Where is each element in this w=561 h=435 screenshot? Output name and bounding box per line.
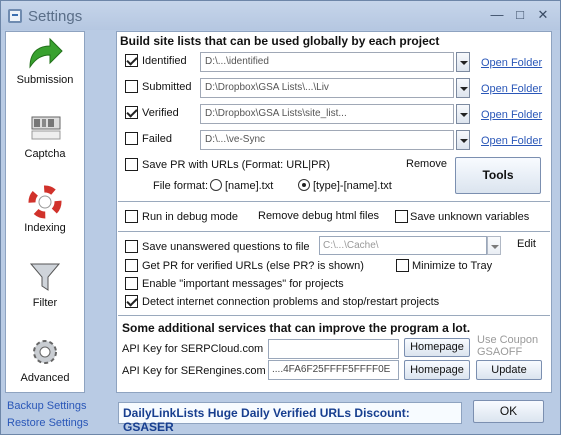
sidebar-item-label: Advanced	[20, 372, 70, 384]
identified-dropdown-button[interactable]	[456, 52, 470, 72]
save-pr-label: Save PR with URLs (Format: URL|PR)	[142, 159, 331, 171]
sidebar-item-indexing[interactable]: Indexing	[6, 182, 84, 254]
divider	[118, 231, 550, 232]
failed-open-folder-link[interactable]: Open Folder	[481, 135, 542, 147]
verified-dropdown-button[interactable]	[456, 104, 470, 124]
services-header: Some additional services that can improv…	[122, 321, 471, 335]
restore-settings-link[interactable]: Restore Settings	[7, 417, 88, 429]
funnel-icon	[29, 263, 61, 291]
verified-checkbox[interactable]	[125, 106, 138, 119]
submitted-open-folder-link[interactable]: Open Folder	[481, 83, 542, 95]
format-type-name-label: [type]-[name].txt	[313, 180, 392, 192]
run-debug-label: Run in debug mode	[142, 211, 239, 223]
get-pr-label: Get PR for verified URLs (else PR? is sh…	[142, 260, 364, 272]
format-name-radio[interactable]	[210, 179, 222, 191]
sidebar-item-label: Captcha	[24, 148, 66, 160]
serengines-homepage-button[interactable]: Homepage	[404, 360, 470, 380]
submitted-dropdown-button[interactable]	[456, 78, 470, 98]
failed-dropdown-button[interactable]	[456, 130, 470, 150]
failed-path-input[interactable]: D:\...\ve-Sync	[200, 130, 454, 150]
verified-label: Verified	[142, 107, 179, 119]
promo-banner[interactable]: DailyLinkLists Huge Daily Verified URLs …	[118, 402, 462, 434]
detect-connection-checkbox[interactable]	[125, 295, 138, 308]
sidebar-item-label: Indexing	[24, 222, 66, 234]
identified-path-input[interactable]: D:\...\identified	[200, 52, 454, 72]
serpcloud-homepage-button[interactable]: Homepage	[404, 338, 470, 357]
unanswered-path-input[interactable]: C:\...\Cache\	[319, 236, 487, 255]
save-unanswered-checkbox[interactable]	[125, 240, 138, 253]
sidebar-item-filter[interactable]: Filter	[6, 257, 84, 329]
close-icon[interactable]: ✕	[534, 7, 552, 23]
minimize-tray-checkbox[interactable]	[396, 259, 409, 272]
gear-icon	[33, 340, 57, 364]
important-messages-label: Enable "important messages" for projects	[142, 278, 344, 290]
serengines-api-key-input[interactable]: ....4FA6F25FFFF5FFFF0E	[268, 360, 399, 380]
sidebar-item-advanced[interactable]: Advanced	[6, 332, 84, 404]
site-lists-header: Build site lists that can be used global…	[120, 34, 440, 48]
format-name-label: [name].txt	[225, 180, 274, 192]
backup-settings-link[interactable]: Backup Settings	[7, 400, 87, 412]
submitted-label: Submitted	[142, 81, 192, 93]
divider	[118, 315, 550, 316]
save-unknown-label: Save unknown variables	[410, 211, 530, 223]
verified-path-input[interactable]: D:\Dropbox\GSA Lists\site_list...	[200, 104, 454, 124]
lifebuoy-icon	[28, 185, 62, 219]
get-pr-checkbox[interactable]	[125, 259, 138, 272]
green-arrow-icon	[29, 37, 63, 69]
app-icon	[8, 9, 22, 23]
submitted-path-input[interactable]: D:\Dropbox\GSA Lists\...\Liv	[200, 78, 454, 98]
settings-sidebar: Submission Captcha Indexing Filter Advan…	[5, 31, 85, 393]
serpcloud-label: API Key for SERPCloud.com	[122, 343, 264, 355]
verified-open-folder-link[interactable]: Open Folder	[481, 109, 542, 121]
important-messages-checkbox[interactable]	[125, 277, 138, 290]
identified-open-folder-link[interactable]: Open Folder	[481, 57, 542, 69]
sidebar-item-submission[interactable]: Submission	[6, 34, 84, 106]
save-unanswered-label: Save unanswered questions to file	[142, 241, 310, 253]
format-type-name-radio[interactable]	[298, 179, 310, 191]
minimize-tray-label: Minimize to Tray	[412, 260, 493, 272]
run-debug-checkbox[interactable]	[125, 210, 138, 223]
window-title: Settings	[28, 8, 83, 25]
unanswered-dropdown-button[interactable]	[487, 236, 501, 255]
identified-label: Identified	[142, 55, 187, 67]
settings-window: Settings — □ ✕ Submission Captcha Indexi…	[0, 0, 561, 435]
divider	[118, 201, 550, 202]
detect-connection-label: Detect internet connection problems and …	[142, 296, 440, 308]
sidebar-item-label: Filter	[32, 297, 58, 309]
tools-button[interactable]: Tools	[455, 157, 541, 194]
identified-checkbox[interactable]	[125, 54, 138, 67]
submitted-checkbox[interactable]	[125, 80, 138, 93]
remove-debug-link[interactable]: Remove debug html files	[258, 210, 379, 222]
minimize-icon[interactable]: —	[488, 7, 506, 23]
sidebar-item-captcha[interactable]: Captcha	[6, 108, 84, 180]
edit-link[interactable]: Edit	[517, 238, 536, 250]
serpcloud-api-key-input[interactable]	[268, 339, 399, 359]
captcha-icon	[31, 116, 61, 140]
coupon-text: Use Coupon GSAOFF	[477, 334, 539, 358]
save-pr-checkbox[interactable]	[125, 158, 138, 171]
maximize-icon[interactable]: □	[511, 7, 529, 23]
failed-checkbox[interactable]	[125, 132, 138, 145]
ok-button[interactable]: OK	[473, 400, 544, 423]
sidebar-item-label: Submission	[16, 74, 74, 86]
file-format-label: File format:	[153, 180, 209, 192]
update-button[interactable]: Update	[476, 360, 542, 380]
remove-label[interactable]: Remove	[406, 158, 447, 170]
failed-label: Failed	[142, 133, 172, 145]
save-unknown-checkbox[interactable]	[395, 210, 408, 223]
title-bar: Settings — □ ✕	[1, 1, 560, 30]
serengines-label: API Key for SERengines.com	[122, 365, 266, 377]
